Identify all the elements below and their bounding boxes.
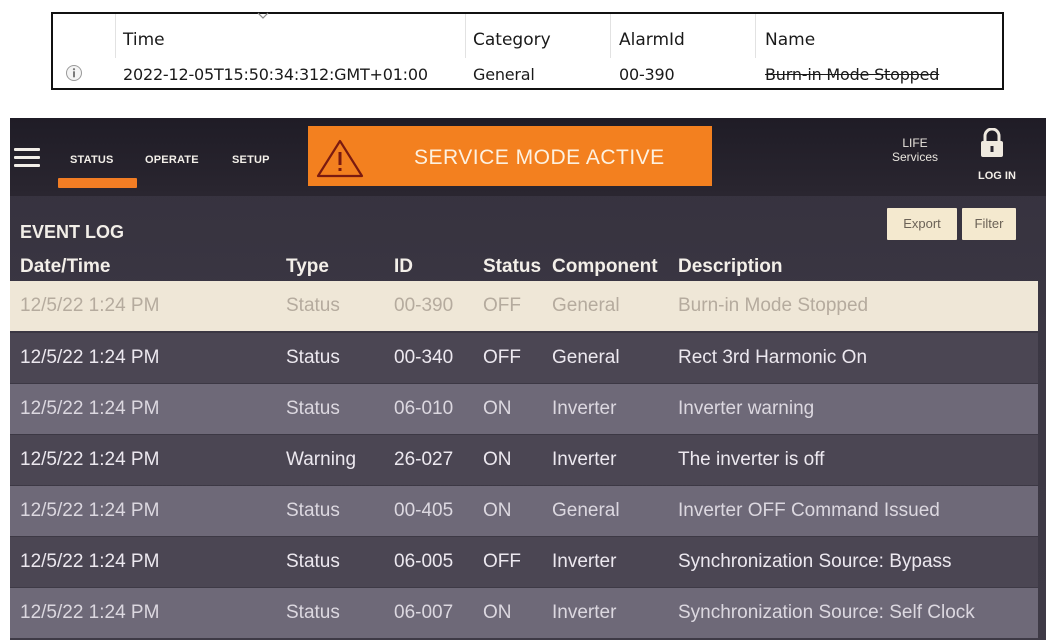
column-header-datetime[interactable]: Date/Time [20, 256, 110, 278]
cell-component: Inverter [552, 449, 617, 470]
cell-datetime: 12/5/22 1:24 PM [20, 295, 160, 316]
login-button[interactable]: LOG IN [978, 170, 1016, 182]
cell-description: Synchronization Source: Self Clock [678, 602, 975, 623]
cell-id: 26-027 [394, 449, 454, 470]
cell-type: Warning [286, 449, 357, 470]
hamburger-menu-icon[interactable] [14, 148, 40, 168]
cell-component: Inverter [552, 602, 617, 623]
table-row[interactable]: 12/5/22 1:24 PM Status 00-340 OFF Genera… [10, 333, 1038, 383]
column-header-time[interactable]: Time [123, 30, 165, 50]
cell-component: General [552, 347, 620, 368]
alarm-name: Burn-in Mode Stopped [765, 65, 940, 84]
column-header-category[interactable]: Category [473, 30, 551, 50]
cell-datetime: 12/5/22 1:24 PM [20, 449, 160, 470]
column-header-alarmid[interactable]: AlarmId [619, 30, 685, 50]
alarm-time: 2022-12-05T15:50:34:312:GMT+01:00 [123, 65, 428, 84]
warning-icon [316, 139, 364, 178]
cell-status: ON [483, 500, 512, 521]
cell-component: General [552, 500, 620, 521]
cell-type: Status [286, 398, 340, 419]
column-header-id[interactable]: ID [394, 256, 413, 278]
table-row[interactable]: 12/5/22 1:24 PM Status 00-390 OFF Genera… [10, 281, 1038, 331]
cell-description: Burn-in Mode Stopped [678, 295, 869, 316]
cell-description: The inverter is off [678, 449, 825, 470]
filter-button[interactable]: Filter [962, 208, 1016, 240]
table-row[interactable]: 12/5/22 1:24 PM Status 00-405 ON General… [10, 486, 1038, 536]
cell-datetime: 12/5/22 1:24 PM [20, 398, 160, 419]
cell-status: ON [483, 602, 512, 623]
cell-component: Inverter [552, 551, 617, 572]
cell-description: Rect 3rd Harmonic On [678, 347, 868, 368]
cell-datetime: 12/5/22 1:24 PM [20, 602, 160, 623]
life-services-link[interactable]: LIFE Services [892, 136, 938, 164]
cell-component: Inverter [552, 398, 617, 419]
cell-type: Status [286, 347, 340, 368]
service-mode-banner: SERVICE MODE ACTIVE [308, 126, 712, 186]
cell-id: 00-405 [394, 500, 454, 521]
cell-description: Inverter warning [678, 398, 815, 419]
table-row[interactable]: 12/5/22 1:24 PM Status 06-005 OFF Invert… [10, 537, 1038, 587]
column-divider[interactable] [115, 14, 116, 58]
cell-datetime: 12/5/22 1:24 PM [20, 551, 160, 572]
cell-status: ON [483, 398, 512, 419]
cell-id: 00-340 [394, 347, 454, 368]
active-tab-indicator [58, 178, 137, 188]
cell-status: OFF [483, 551, 521, 572]
lock-icon[interactable] [978, 128, 1006, 158]
column-header-type[interactable]: Type [286, 256, 329, 278]
column-header-status[interactable]: Status [483, 256, 541, 278]
cell-status: OFF [483, 295, 521, 316]
table-row[interactable]: 12/5/22 1:24 PM Status 06-010 ON Inverte… [10, 384, 1038, 434]
cell-datetime: 12/5/22 1:24 PM [20, 347, 160, 368]
column-divider[interactable] [610, 14, 611, 58]
table-row[interactable]: 12/5/22 1:24 PM Status 06-007 ON Inverte… [10, 588, 1038, 638]
cell-status: OFF [483, 347, 521, 368]
cell-id: 06-010 [394, 398, 454, 419]
alarm-id: 00-390 [619, 65, 675, 84]
cell-status: ON [483, 449, 512, 470]
tab-operate[interactable]: OPERATE [145, 154, 199, 166]
table-row[interactable]: 12/5/22 1:24 PM Warning 26-027 ON Invert… [10, 435, 1038, 485]
tab-setup[interactable]: SETUP [232, 154, 270, 166]
life-label: LIFE [902, 136, 928, 150]
cell-description: Inverter OFF Command Issued [678, 500, 940, 521]
cell-datetime: 12/5/22 1:24 PM [20, 500, 160, 521]
cell-id: 06-005 [394, 551, 454, 572]
column-header-name[interactable]: Name [765, 30, 815, 50]
cell-id: 06-007 [394, 602, 454, 623]
column-divider[interactable] [755, 14, 756, 58]
tab-status[interactable]: STATUS [70, 154, 114, 166]
column-header-description[interactable]: Description [678, 256, 783, 278]
cell-id: 00-390 [394, 295, 454, 316]
info-icon [66, 65, 82, 81]
device-screen: STATUS OPERATE SETUP SERVICE MODE ACTIVE… [10, 118, 1046, 640]
cell-type: Status [286, 500, 340, 521]
alarm-category: General [473, 65, 535, 84]
banner-text: SERVICE MODE ACTIVE [414, 146, 665, 169]
column-divider[interactable] [465, 14, 466, 58]
top-nav-bar: STATUS OPERATE SETUP SERVICE MODE ACTIVE… [10, 118, 1046, 196]
page-title: EVENT LOG [20, 222, 125, 242]
cell-description: Synchronization Source: Bypass [678, 551, 952, 572]
services-label: Services [892, 150, 939, 164]
chevron-down-icon [257, 12, 269, 19]
cell-type: Status [286, 295, 340, 316]
cell-type: Status [286, 602, 340, 623]
column-header-component[interactable]: Component [552, 256, 658, 278]
cell-type: Status [286, 551, 340, 572]
export-button[interactable]: Export [887, 208, 957, 240]
cell-component: General [552, 295, 620, 316]
alarm-table-snippet: Time Category AlarmId Name 2022-12-05T15… [51, 12, 1004, 90]
